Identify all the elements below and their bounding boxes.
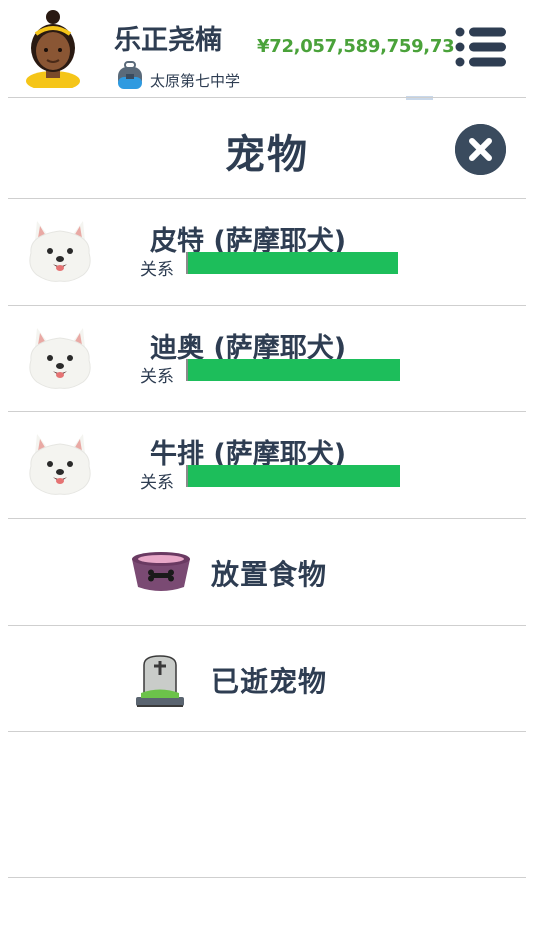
relationship-bar <box>186 465 400 487</box>
gravestone-icon <box>135 653 205 709</box>
food-bowl-icon <box>126 547 196 603</box>
relationship-label: 关系 <box>140 473 174 493</box>
relationship-bar <box>186 359 400 381</box>
samoyed-dog-icon <box>27 428 93 496</box>
relationship-label: 关系 <box>140 260 174 280</box>
pet-row[interactable]: 牛排 (萨摩耶犬) 关系 <box>8 412 526 518</box>
pet-row[interactable]: 迪奥 (萨摩耶犬) 关系 <box>8 306 526 412</box>
close-button[interactable] <box>455 124 506 175</box>
menu-icon[interactable] <box>455 26 507 68</box>
place-food-button[interactable]: 放置食物 <box>8 519 526 625</box>
relationship-bar-fill <box>188 252 398 274</box>
school-bag-icon <box>117 60 143 92</box>
header-divider <box>8 97 526 98</box>
player-name: 乐正尧楠 <box>114 25 222 56</box>
place-food-label: 放置食物 <box>211 558 328 591</box>
school-name: 太原第七中学 <box>150 72 241 90</box>
close-icon <box>455 124 506 175</box>
bottom-divider <box>8 877 526 878</box>
samoyed-dog-icon <box>27 322 93 390</box>
relationship-bar-fill <box>188 465 400 487</box>
money-balance: ¥72,057,589,759,73 <box>257 36 455 57</box>
relationship-bar-fill <box>188 359 400 381</box>
relationship-label: 关系 <box>140 367 174 387</box>
relationship-bar <box>186 252 400 274</box>
page-title: 宠物 <box>225 132 309 178</box>
deceased-pets-button[interactable]: 已逝宠物 <box>8 626 526 732</box>
player-avatar[interactable] <box>24 8 82 91</box>
samoyed-dog-icon <box>27 215 93 283</box>
row-divider <box>8 731 526 732</box>
deceased-pets-label: 已逝宠物 <box>211 665 328 698</box>
pet-row[interactable]: 皮特 (萨摩耶犬) 关系 <box>8 199 526 305</box>
